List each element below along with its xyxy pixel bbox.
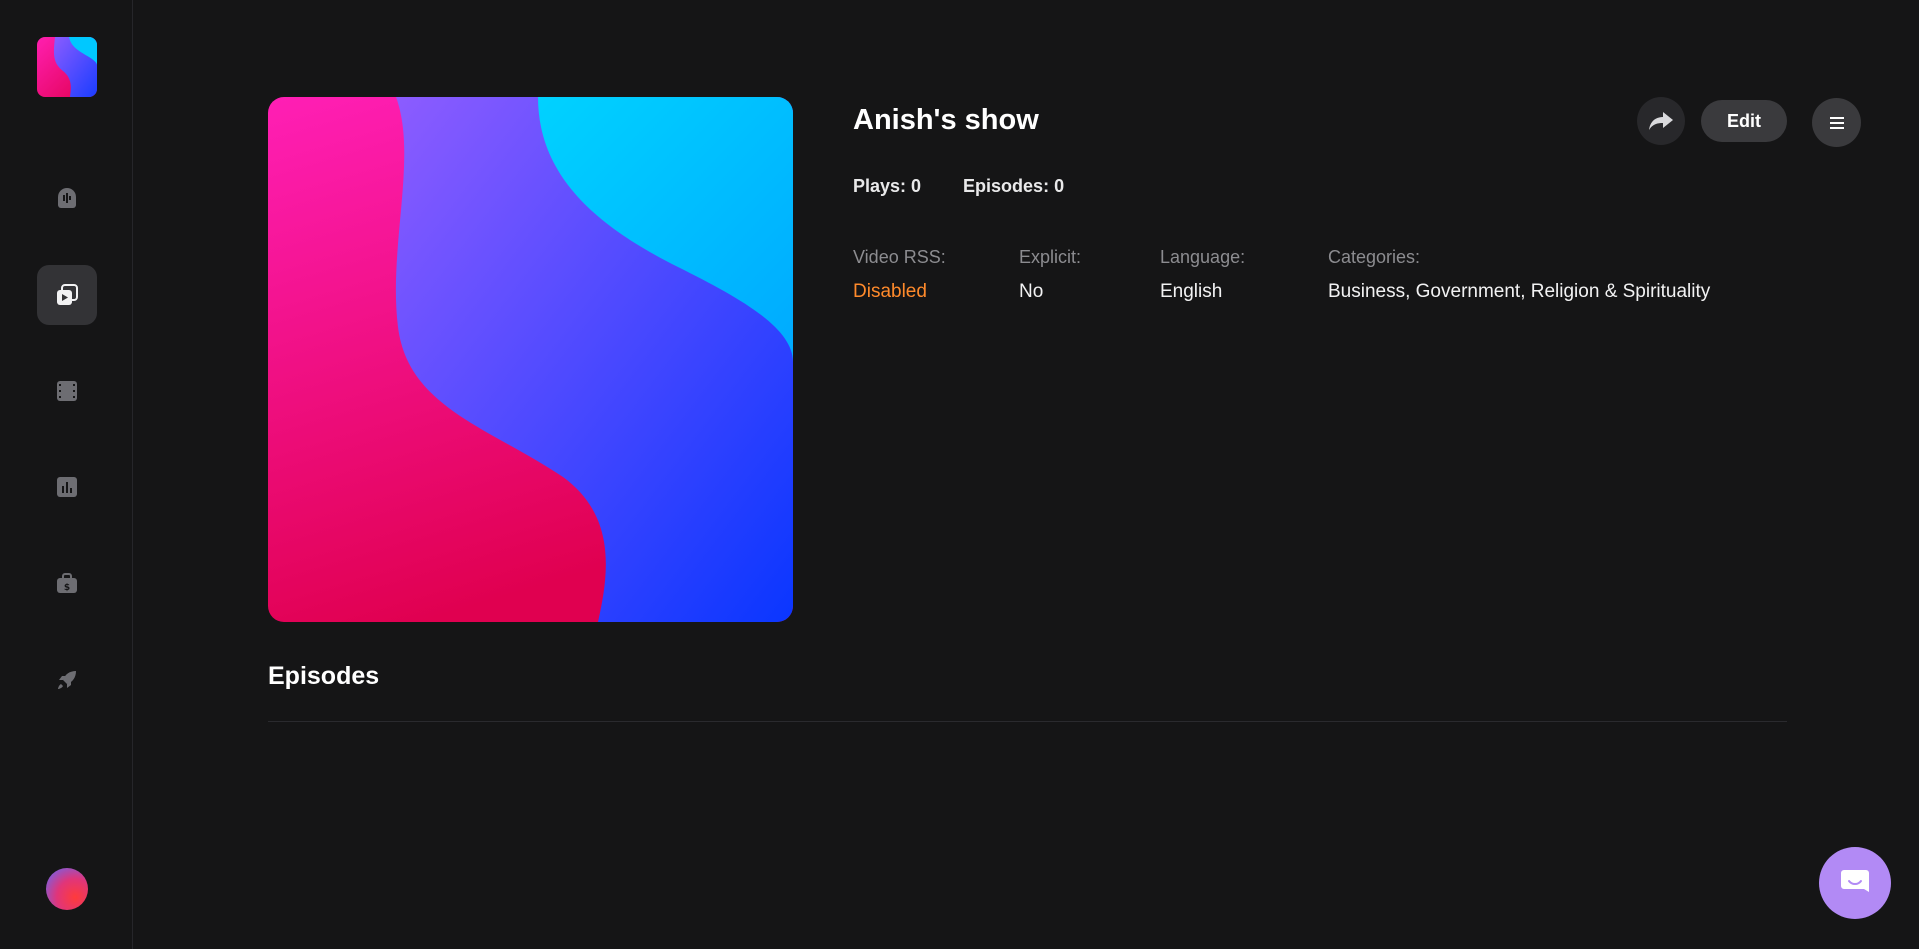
episodes-count: Episodes: 0 [963, 176, 1065, 196]
chat-icon [1841, 870, 1869, 892]
categories-value: Business, Government, Religion & Spiritu… [1328, 281, 1711, 302]
show-cover-art [268, 97, 793, 622]
svg-text:$: $ [64, 583, 70, 593]
rocket-icon [58, 671, 76, 689]
meta-language: Language: English [1160, 247, 1245, 303]
plays-count: Plays: 0 [853, 176, 922, 196]
meta-video-rss: Video RSS: Disabled [853, 247, 946, 303]
language-label: Language: [1160, 247, 1246, 267]
edit-button[interactable]: Edit [1701, 100, 1787, 142]
explicit-label: Explicit: [1019, 247, 1082, 267]
chat-button[interactable] [1819, 847, 1891, 919]
video-rss-value: Disabled [853, 281, 927, 302]
video-rss-label: Video RSS: [853, 247, 946, 267]
show-title: Anish's show [853, 104, 1039, 136]
menu-button[interactable] [1812, 98, 1861, 147]
nav-launch[interactable] [37, 650, 97, 710]
nav-shows[interactable] [37, 265, 97, 325]
user-avatar[interactable] [46, 868, 88, 910]
brand-logo[interactable] [37, 37, 97, 97]
nav-monetization[interactable]: $ [37, 553, 97, 613]
episodes-heading: Episodes [268, 662, 380, 690]
sidebar: $ [0, 0, 133, 949]
nav-podcast[interactable] [37, 168, 97, 228]
nav-analytics[interactable] [37, 457, 97, 517]
monetization-icon: $ [57, 573, 77, 593]
meta-explicit: Explicit: No [1019, 247, 1081, 303]
share-button[interactable] [1637, 97, 1685, 145]
share-icon [1649, 112, 1673, 130]
hamburger-icon [1829, 116, 1844, 129]
categories-label: Categories: [1328, 247, 1421, 267]
meta-categories: Categories: Business, Government, Religi… [1328, 247, 1710, 303]
show-stats: Plays: 0 Episodes: 0 [853, 176, 1064, 197]
film-icon [57, 381, 77, 401]
episodes-divider [268, 721, 1787, 722]
analytics-icon [57, 477, 77, 497]
language-value: English [1160, 281, 1223, 302]
shows-icon [57, 284, 78, 305]
explicit-value: No [1019, 281, 1044, 302]
podcast-icon [58, 188, 76, 208]
nav-video[interactable] [37, 361, 97, 421]
